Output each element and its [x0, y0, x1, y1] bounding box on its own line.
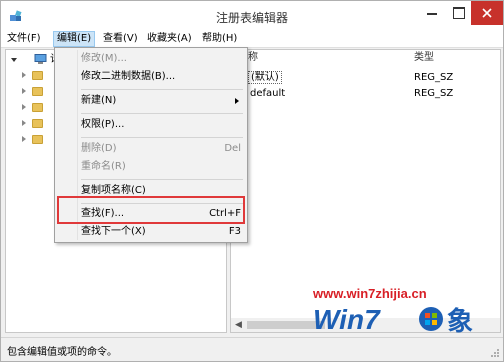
find-highlight-box [57, 196, 245, 224]
menu-separator [81, 89, 243, 90]
column-header-type[interactable]: 类型 [414, 50, 434, 66]
close-button[interactable] [471, 1, 503, 25]
expand-icon[interactable] [22, 104, 26, 110]
value-row-name[interactable]: (默认) [248, 71, 282, 84]
menu-view[interactable]: 查看(V) [100, 31, 141, 47]
menu-file[interactable]: 文件(F) [4, 31, 44, 47]
menu-favorites[interactable]: 收藏夹(A) [144, 31, 195, 47]
menu-item-delete[interactable]: 删除(D) Del [81, 141, 245, 157]
computer-icon [34, 54, 47, 64]
menu-item-permissions[interactable]: 权限(P)... [81, 117, 245, 133]
submenu-arrow-icon [235, 98, 239, 104]
shortcut-text: F3 [228, 226, 241, 237]
menu-edit[interactable]: 编辑(E) [53, 31, 96, 47]
status-bar: 包含编辑值或项的命令。 [1, 337, 503, 361]
menu-help[interactable]: 帮助(H) [199, 31, 240, 47]
expand-icon[interactable] [22, 136, 26, 142]
watermark-url: www.win7zhijia.cn [313, 286, 427, 301]
logo-brand-text: Win7 [313, 304, 381, 335]
shortcut-text: Del [224, 143, 241, 154]
close-icon [482, 8, 492, 18]
expand-icon[interactable] [22, 72, 26, 78]
maximize-button[interactable] [445, 1, 471, 25]
win7-logo: Win7 象 [313, 304, 473, 337]
collapse-icon[interactable] [11, 58, 17, 62]
scroll-left-icon[interactable]: ◀ [235, 320, 242, 330]
folder-icon [32, 119, 43, 128]
registry-editor-window: 注册表编辑器 文件(F) 编辑(E) 查看(V) 收藏夹(A) 帮助(H) 计 [0, 0, 504, 362]
menu-bar: 文件(F) 编辑(E) 查看(V) 收藏夹(A) 帮助(H) [1, 31, 503, 48]
folder-icon [32, 87, 43, 96]
menu-separator [81, 137, 243, 138]
value-row-type: REG_SZ [414, 88, 454, 99]
menu-item-modify[interactable]: 修改(M)... [81, 51, 245, 67]
menu-item-rename[interactable]: 重命名(R) [81, 159, 245, 175]
folder-icon [32, 135, 43, 144]
title-bar[interactable]: 注册表编辑器 [1, 1, 503, 31]
folder-icon [32, 103, 43, 112]
logo-suffix-text: 象 [447, 306, 473, 337]
menu-item-new[interactable]: 新建(N) [81, 93, 245, 109]
menu-item-find-next[interactable]: 查找下一个(X) F3 [81, 224, 245, 240]
menu-separator [81, 113, 243, 114]
column-header-name[interactable]: 称 [248, 50, 258, 66]
menu-item-modify-binary[interactable]: 修改二进制数据(B)... [81, 69, 245, 85]
resize-grip-icon[interactable] [490, 348, 500, 358]
menu-separator [81, 179, 243, 180]
minimize-button[interactable] [419, 1, 445, 25]
expand-icon[interactable] [22, 120, 26, 126]
value-row-name[interactable]: default [250, 88, 285, 100]
status-text: 包含编辑值或项的命令。 [7, 347, 117, 358]
value-row-type: REG_SZ [414, 72, 454, 83]
folder-icon [32, 71, 43, 80]
expand-icon[interactable] [22, 88, 26, 94]
